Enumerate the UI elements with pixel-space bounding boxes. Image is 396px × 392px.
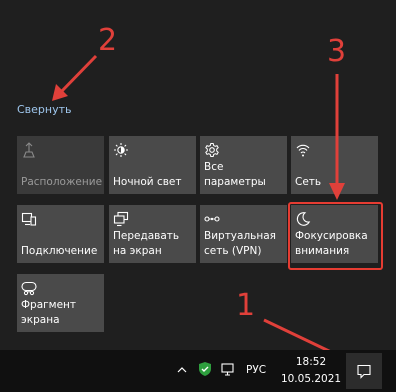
clock-date: 10.05.2021: [280, 373, 342, 385]
language-indicator[interactable]: РУС: [246, 364, 266, 376]
chevron-up-icon[interactable]: [176, 364, 188, 376]
clock[interactable]: 18:52 10.05.2021: [279, 354, 343, 388]
annotation-number-1: 1: [236, 288, 256, 323]
annotation-number-2: 2: [98, 23, 118, 58]
arrow-2: [58, 54, 98, 95]
clock-time: 18:52: [295, 356, 327, 368]
annotation-number-3: 3: [327, 34, 347, 69]
network-monitor-icon[interactable]: [220, 361, 236, 377]
defender-shield-icon[interactable]: [197, 361, 213, 377]
action-center-button[interactable]: [346, 353, 382, 389]
notification-icon: [357, 364, 371, 379]
